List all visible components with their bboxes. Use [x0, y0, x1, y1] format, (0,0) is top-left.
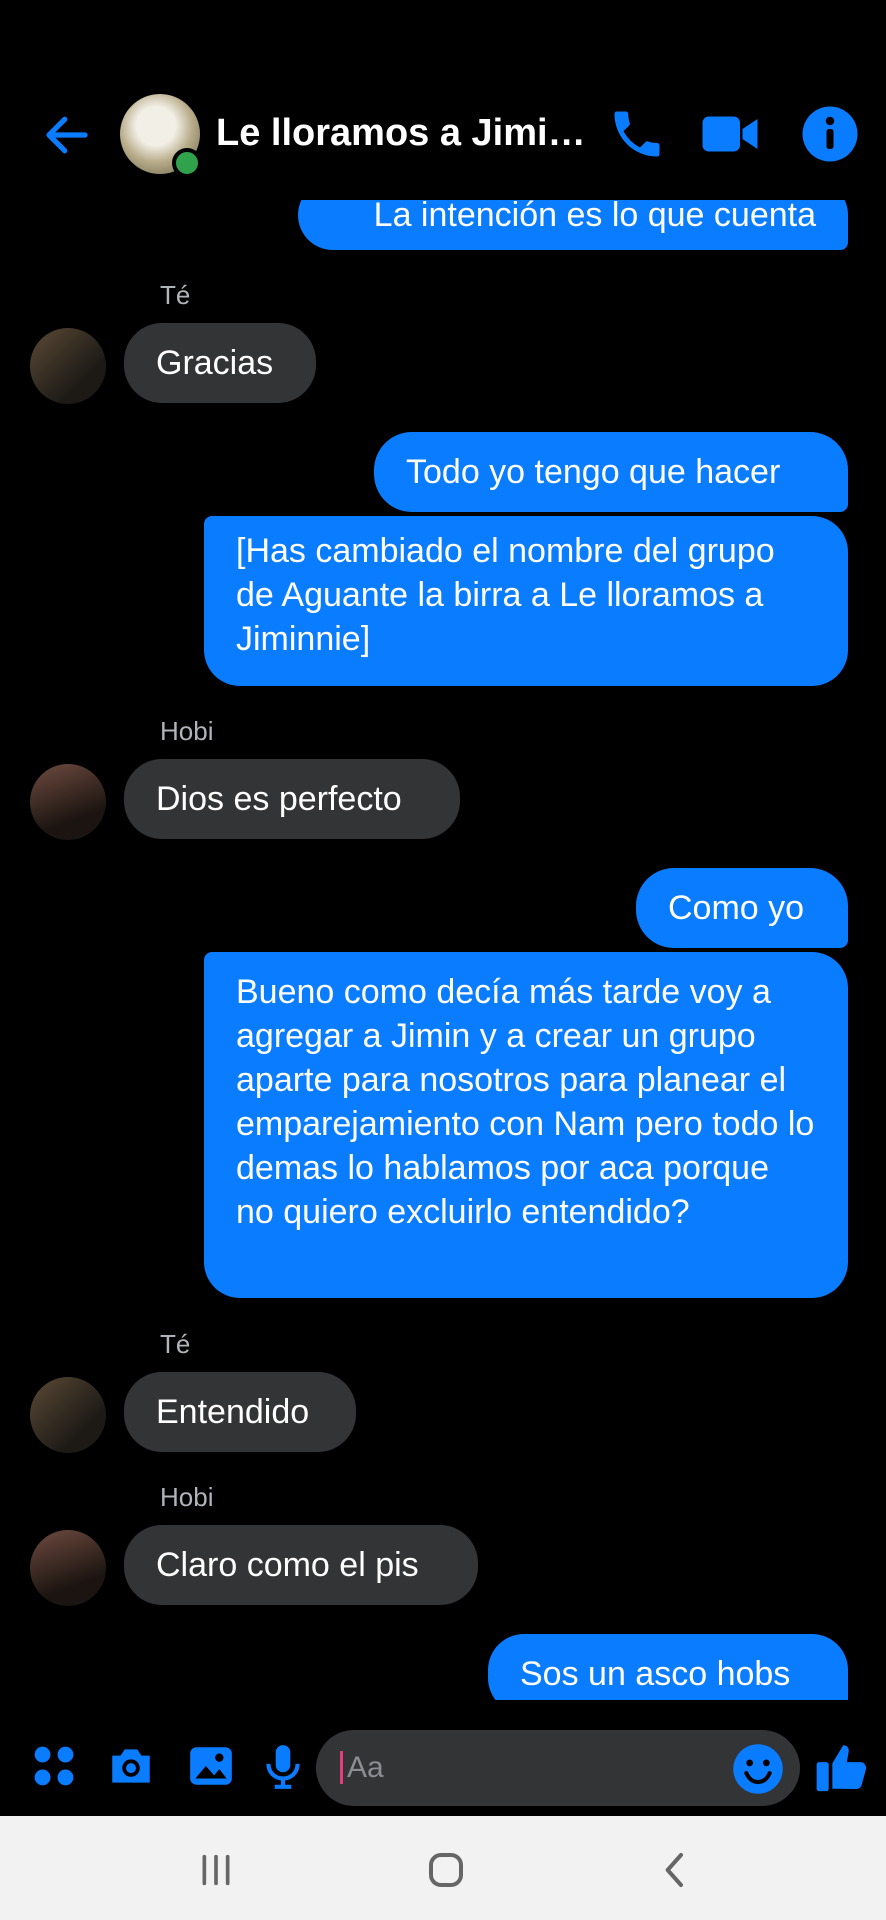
sender-name: Té: [160, 1329, 191, 1359]
apps-grid-icon[interactable]: [29, 1741, 79, 1791]
thumbs-up-icon[interactable]: [813, 1738, 871, 1796]
back-arrow-icon[interactable]: [40, 108, 94, 162]
message-bubble-incoming[interactable]: Claro como el pis: [124, 1525, 478, 1605]
phone-icon[interactable]: [607, 104, 667, 164]
sender-avatar[interactable]: [30, 1530, 106, 1606]
message-bubble-outgoing[interactable]: Todo yo tengo que hacer: [374, 432, 848, 512]
message-bubble-incoming[interactable]: Gracias: [124, 323, 316, 403]
sender-avatar[interactable]: [30, 1377, 106, 1453]
sender-name: Hobi: [160, 716, 214, 746]
message-bubble-outgoing[interactable]: [Has cambiado el nombre del grupo de Agu…: [204, 516, 848, 686]
message-bubble-outgoing[interactable]: Como yo: [636, 868, 848, 948]
recent-apps-icon[interactable]: [196, 1850, 236, 1890]
sender-name: Té: [160, 280, 191, 310]
emoji-icon[interactable]: [731, 1742, 785, 1796]
online-status-dot: [172, 148, 202, 178]
sender-avatar[interactable]: [30, 764, 106, 840]
video-camera-icon[interactable]: [700, 104, 760, 164]
home-icon[interactable]: [426, 1850, 466, 1890]
camera-icon[interactable]: [106, 1741, 156, 1791]
message-bubble-incoming[interactable]: Dios es perfecto: [124, 759, 460, 839]
message-input[interactable]: Aa: [316, 1730, 800, 1806]
image-icon[interactable]: [186, 1741, 236, 1791]
conversation-header: Le lloramos a Jimi…: [0, 0, 886, 200]
back-icon[interactable]: [656, 1850, 696, 1890]
message-input-placeholder: Aa: [340, 1751, 384, 1784]
conversation-title[interactable]: Le lloramos a Jimi…: [216, 112, 586, 155]
info-icon[interactable]: [800, 104, 860, 164]
sender-avatar[interactable]: [30, 328, 106, 404]
message-bubble-outgoing[interactable]: Bueno como decía más tarde voy a agregar…: [204, 952, 848, 1298]
message-bubble-incoming[interactable]: Entendido: [124, 1372, 356, 1452]
sender-name: Hobi: [160, 1482, 214, 1512]
microphone-icon[interactable]: [258, 1741, 308, 1791]
